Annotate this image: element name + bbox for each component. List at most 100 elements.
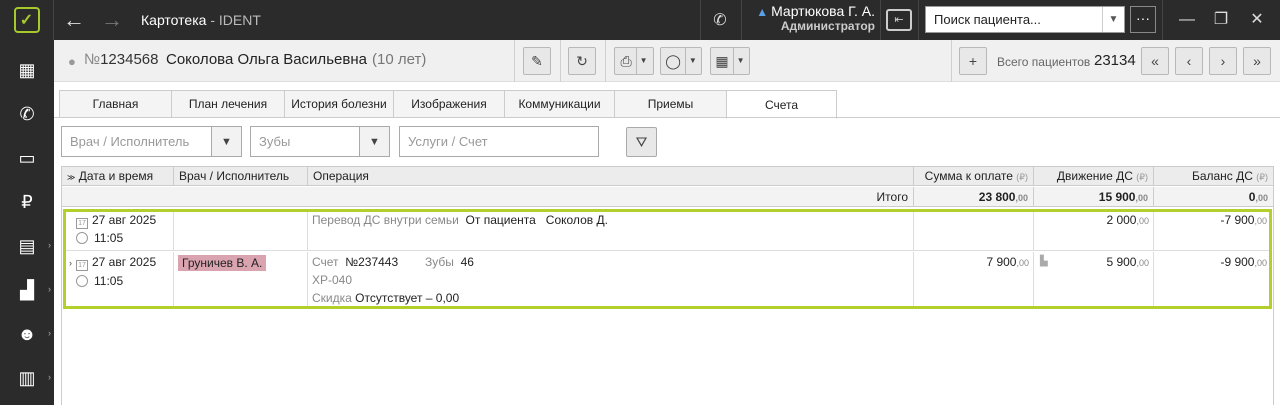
services-filter-input[interactable] xyxy=(400,127,596,156)
prev-patient-button[interactable]: ‹ xyxy=(1175,47,1203,75)
back-arrow-icon[interactable]: ← xyxy=(62,7,86,32)
tab-communications[interactable]: Коммуникации xyxy=(504,90,614,118)
chevron-down-icon[interactable]: ▼ xyxy=(211,127,241,156)
col-balance[interactable]: Баланс ДС (₽) xyxy=(1154,167,1273,186)
speech-bubble-icon: ◯ xyxy=(665,52,681,69)
add-patient-button[interactable]: + xyxy=(959,47,987,75)
sidebar-item-chat[interactable]: ▭ xyxy=(0,136,54,180)
row-sum-cell xyxy=(914,212,1034,250)
grid-total-row: Итого 23 800,00 15 900,00 0,00 xyxy=(62,187,1273,207)
user-block[interactable]: ▲ Мартюкова Г. А. Администратор xyxy=(750,3,875,33)
phone-icon[interactable]: ✆ xyxy=(707,10,733,30)
chevron-down-icon[interactable]: ▼ xyxy=(359,127,389,156)
sign-out-icon[interactable]: ⇤ xyxy=(886,9,912,31)
tab-medical-history[interactable]: История болезни xyxy=(284,90,393,118)
total-balance: 0,00 xyxy=(1248,190,1268,204)
total-movement: 15 900,00 xyxy=(1034,187,1154,207)
row-sum-cell: 7 900,00 xyxy=(914,252,1034,306)
patient-search-input[interactable] xyxy=(926,12,1102,27)
chat-icon: ▭ xyxy=(18,148,36,168)
table-row[interactable]: 17 27 авг 2025 11:05 Перевод ДС внутри се… xyxy=(66,212,1269,251)
patient-name: Соколова Ольга Васильевна xyxy=(166,51,367,68)
row-operation-cell: Счет №237443 Зубы 46 ХР-040 Скидка Отсут… xyxy=(308,252,914,306)
calendar-button[interactable]: ▦ ▼ xyxy=(710,47,750,75)
user-pin-icon: ▲ xyxy=(756,5,769,19)
doctor-filter[interactable]: ▼ xyxy=(61,126,242,157)
patient-header: ● №1234568 Соколова Ольга Васильевна (10… xyxy=(54,40,1280,82)
sort-chevrons-icon: ≫ xyxy=(67,173,76,182)
chart-icon: ▟ xyxy=(20,280,34,300)
invoices-grid: ≫ Дата и время Врач / Исполнитель Операц… xyxy=(61,166,1274,405)
double-chevron-left-icon: « xyxy=(1151,53,1159,69)
close-icon[interactable]: ✕ xyxy=(1242,8,1272,32)
printer-icon: ⎙ xyxy=(620,52,632,69)
tab-images[interactable]: Изображения xyxy=(393,90,504,118)
row-doctor-cell xyxy=(174,212,308,250)
print-button[interactable]: ⎙ ▼ xyxy=(614,47,654,75)
row-balance-cell: -9 900,00 xyxy=(1220,255,1267,269)
sidebar-item-calls[interactable]: ✆ xyxy=(0,92,54,136)
teeth-filter[interactable]: ▼ xyxy=(250,126,390,157)
sidebar-item-patients[interactable]: ☻ › xyxy=(0,312,54,356)
title-bar: ✓ ← → Картотека - IDENT ✆ ▲ Мартюкова Г. … xyxy=(0,0,1280,40)
chevron-down-icon[interactable]: ▼ xyxy=(1102,7,1124,32)
col-movement[interactable]: Движение ДС (₽) xyxy=(1034,167,1154,186)
calendar-icon: 17 xyxy=(76,260,88,271)
sidebar-item-schedule-grid[interactable]: ▦ xyxy=(0,48,54,92)
first-patient-button[interactable]: « xyxy=(1141,47,1169,75)
chevron-down-icon[interactable]: ▼ xyxy=(684,48,697,74)
more-button[interactable]: ··· xyxy=(1130,6,1156,33)
row-date-cell: 17 27 авг 2025 11:05 xyxy=(66,252,174,306)
cash-register-icon: ▙ xyxy=(1040,256,1048,267)
last-patient-button[interactable]: » xyxy=(1243,47,1271,75)
col-operation[interactable]: Операция xyxy=(308,167,914,186)
chevron-right-icon: › xyxy=(48,328,51,338)
calendar-icon: 17 xyxy=(76,218,88,229)
user-name: Мартюкова Г. А. xyxy=(771,3,875,19)
card-number: №1234568 xyxy=(84,51,159,68)
doctor-tag[interactable]: Груничев В. А. xyxy=(178,255,267,271)
tab-appointments[interactable]: Приемы xyxy=(614,90,726,118)
patient-search[interactable]: ▼ xyxy=(925,6,1125,33)
message-button[interactable]: ◯ ▼ xyxy=(660,47,702,75)
sidebar-item-calendar[interactable]: ▤ › xyxy=(0,224,54,268)
row-doctor-cell: Груничев В. А. xyxy=(174,252,308,306)
chevron-right-icon: › xyxy=(1220,53,1226,69)
tab-main[interactable]: Главная xyxy=(59,90,171,118)
sidebar: ▦ ✆ ▭ ₽ ▤ › ▟ › ☻ › ▥ › xyxy=(0,40,54,405)
chevron-right-icon: › xyxy=(48,372,51,382)
clipboard-icon: ▥ xyxy=(18,368,36,388)
people-icon: ☻ xyxy=(17,324,37,344)
chevron-right-icon: › xyxy=(48,240,51,250)
restore-icon[interactable]: ❐ xyxy=(1206,8,1236,32)
table-row[interactable]: › 17 27 авг 2025 11:05 Груничев В. А. Сче… xyxy=(66,252,1269,306)
total-patients-label: Всего пациентов xyxy=(997,55,1091,69)
col-date[interactable]: ≫ Дата и время xyxy=(62,167,174,186)
col-sum[interactable]: Сумма к оплате (₽) xyxy=(914,167,1034,186)
edit-button[interactable]: ✎ xyxy=(523,47,551,75)
chevron-down-icon[interactable]: ▼ xyxy=(732,48,745,74)
refresh-button[interactable]: ↻ xyxy=(568,47,596,75)
row-balance-cell: -7 900,00 xyxy=(1220,213,1267,227)
teeth-filter-input[interactable] xyxy=(251,127,359,156)
services-filter[interactable] xyxy=(399,126,599,157)
sidebar-item-documents[interactable]: ▥ › xyxy=(0,356,54,400)
chevron-down-icon[interactable]: ▼ xyxy=(635,48,648,74)
chevron-left-icon: ‹ xyxy=(1186,53,1192,69)
col-doctor[interactable]: Врач / Исполнитель xyxy=(174,167,308,186)
app-logo[interactable]: ✓ xyxy=(0,0,54,40)
sidebar-item-payments[interactable]: ₽ xyxy=(0,180,54,224)
row-date-cell: 17 27 авг 2025 11:05 xyxy=(66,212,174,250)
person-icon: ● xyxy=(68,54,76,69)
next-patient-button[interactable]: › xyxy=(1209,47,1237,75)
phone-incoming-icon: ✆ xyxy=(19,104,35,124)
clock-icon xyxy=(76,232,88,244)
sidebar-item-reports[interactable]: ▟ › xyxy=(0,268,54,312)
forward-arrow-icon[interactable]: → xyxy=(100,7,124,32)
minimize-icon[interactable]: — xyxy=(1172,8,1202,32)
row-operation-cell: Перевод ДС внутри семьи От пациента Соко… xyxy=(308,212,914,250)
tab-treatment-plan[interactable]: План лечения xyxy=(171,90,284,118)
doctor-filter-input[interactable] xyxy=(62,127,210,156)
clear-filter-button[interactable]: ⛛ xyxy=(626,127,657,157)
tab-invoices[interactable]: Счета xyxy=(726,90,837,119)
